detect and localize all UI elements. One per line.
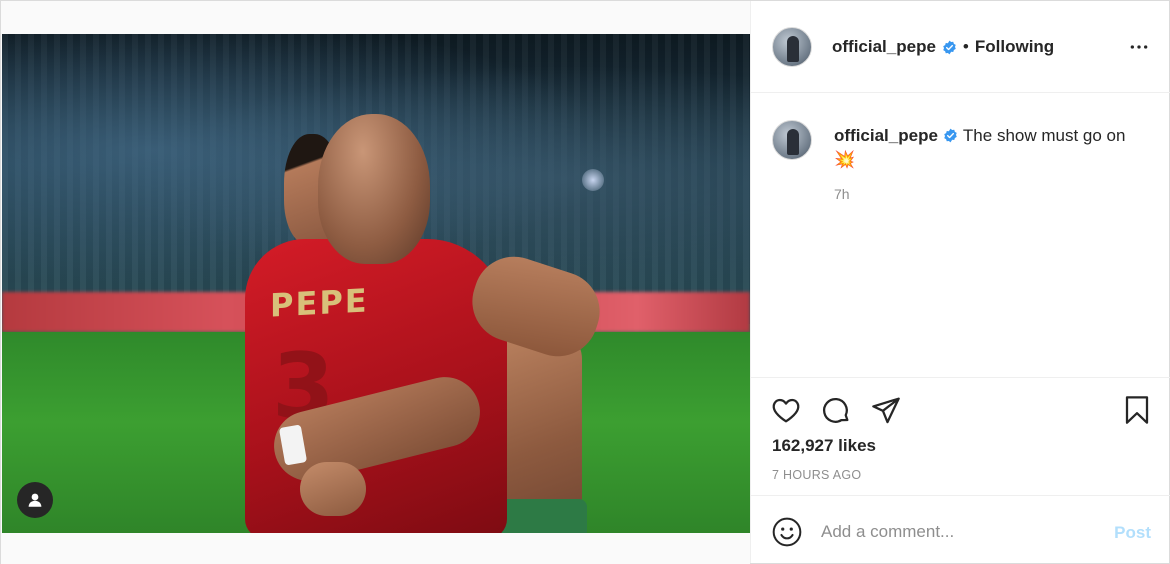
- verified-badge-icon: [943, 40, 956, 54]
- post-dialog: 3 PEPE official_pepe • Following officia…: [0, 0, 1170, 564]
- bookmark-icon[interactable]: [1121, 394, 1153, 426]
- header-user: official_pepe • Following: [832, 37, 1054, 57]
- action-bar: 162,927 likes 7 HOURS AGO: [751, 377, 1170, 495]
- post-photo[interactable]: 3 PEPE: [2, 34, 750, 533]
- likes-count[interactable]: 162,927 likes: [772, 436, 876, 456]
- comment-input[interactable]: [821, 516, 1101, 548]
- comment-icon[interactable]: [820, 394, 852, 426]
- caption-username[interactable]: official_pepe: [834, 126, 938, 145]
- bookmark-outline: [1125, 396, 1149, 424]
- caption: official_pepe The show must go on 💥: [834, 124, 1154, 172]
- share-icon[interactable]: [870, 394, 902, 426]
- user-tag-icon[interactable]: [17, 482, 53, 518]
- post-header: official_pepe • Following: [751, 1, 1170, 93]
- caption-timestamp[interactable]: 7h: [834, 186, 850, 202]
- paper-plane: [872, 397, 900, 424]
- username-link[interactable]: official_pepe: [832, 37, 936, 57]
- avatar[interactable]: [772, 27, 812, 67]
- ellipsis-icon: [1130, 45, 1148, 49]
- post-comment-button[interactable]: Post: [1114, 523, 1151, 543]
- explosion-emoji: 💥: [834, 150, 856, 169]
- speech-bubble: [823, 397, 849, 423]
- following-button[interactable]: Following: [975, 37, 1054, 57]
- separator-dot: •: [962, 37, 969, 56]
- person-icon: [28, 493, 42, 507]
- smiley-face: [772, 517, 802, 547]
- verified-badge-icon: [944, 128, 957, 143]
- heart-icon[interactable]: [770, 394, 802, 426]
- post-media: 3 PEPE: [1, 1, 750, 564]
- comments-section: official_pepe The show must go on 💥 7h: [751, 94, 1170, 377]
- player-fist: [300, 462, 366, 516]
- player-head-front: [318, 114, 430, 264]
- post-sidebar: official_pepe • Following official_pepe: [750, 1, 1170, 563]
- stadium-light: [582, 169, 604, 191]
- jersey-name: PEPE: [270, 281, 369, 325]
- heart-outline: [772, 398, 800, 423]
- caption-text: The show must go on: [962, 126, 1126, 145]
- caption-avatar[interactable]: [772, 120, 812, 160]
- post-timestamp[interactable]: 7 HOURS AGO: [772, 468, 861, 482]
- more-options-icon[interactable]: [1129, 37, 1149, 62]
- smiley-icon[interactable]: [771, 516, 803, 548]
- add-comment-bar: Post: [751, 495, 1170, 563]
